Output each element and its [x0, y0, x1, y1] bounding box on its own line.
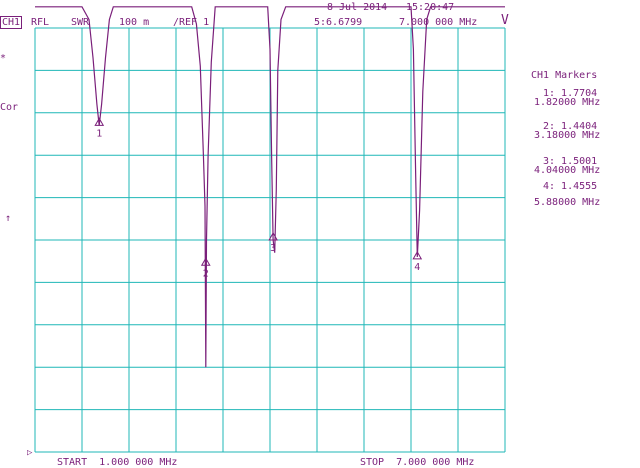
marker-3-label: 3: [270, 243, 276, 254]
marker-2-label: 2: [203, 268, 209, 279]
marker-4-label: 4: [414, 262, 420, 273]
marker-1-label: 1: [96, 128, 102, 139]
analyzer-display: 1 2 3 4: [34, 6, 506, 453]
marker-symbols: 1 2 3 4: [94, 117, 423, 279]
